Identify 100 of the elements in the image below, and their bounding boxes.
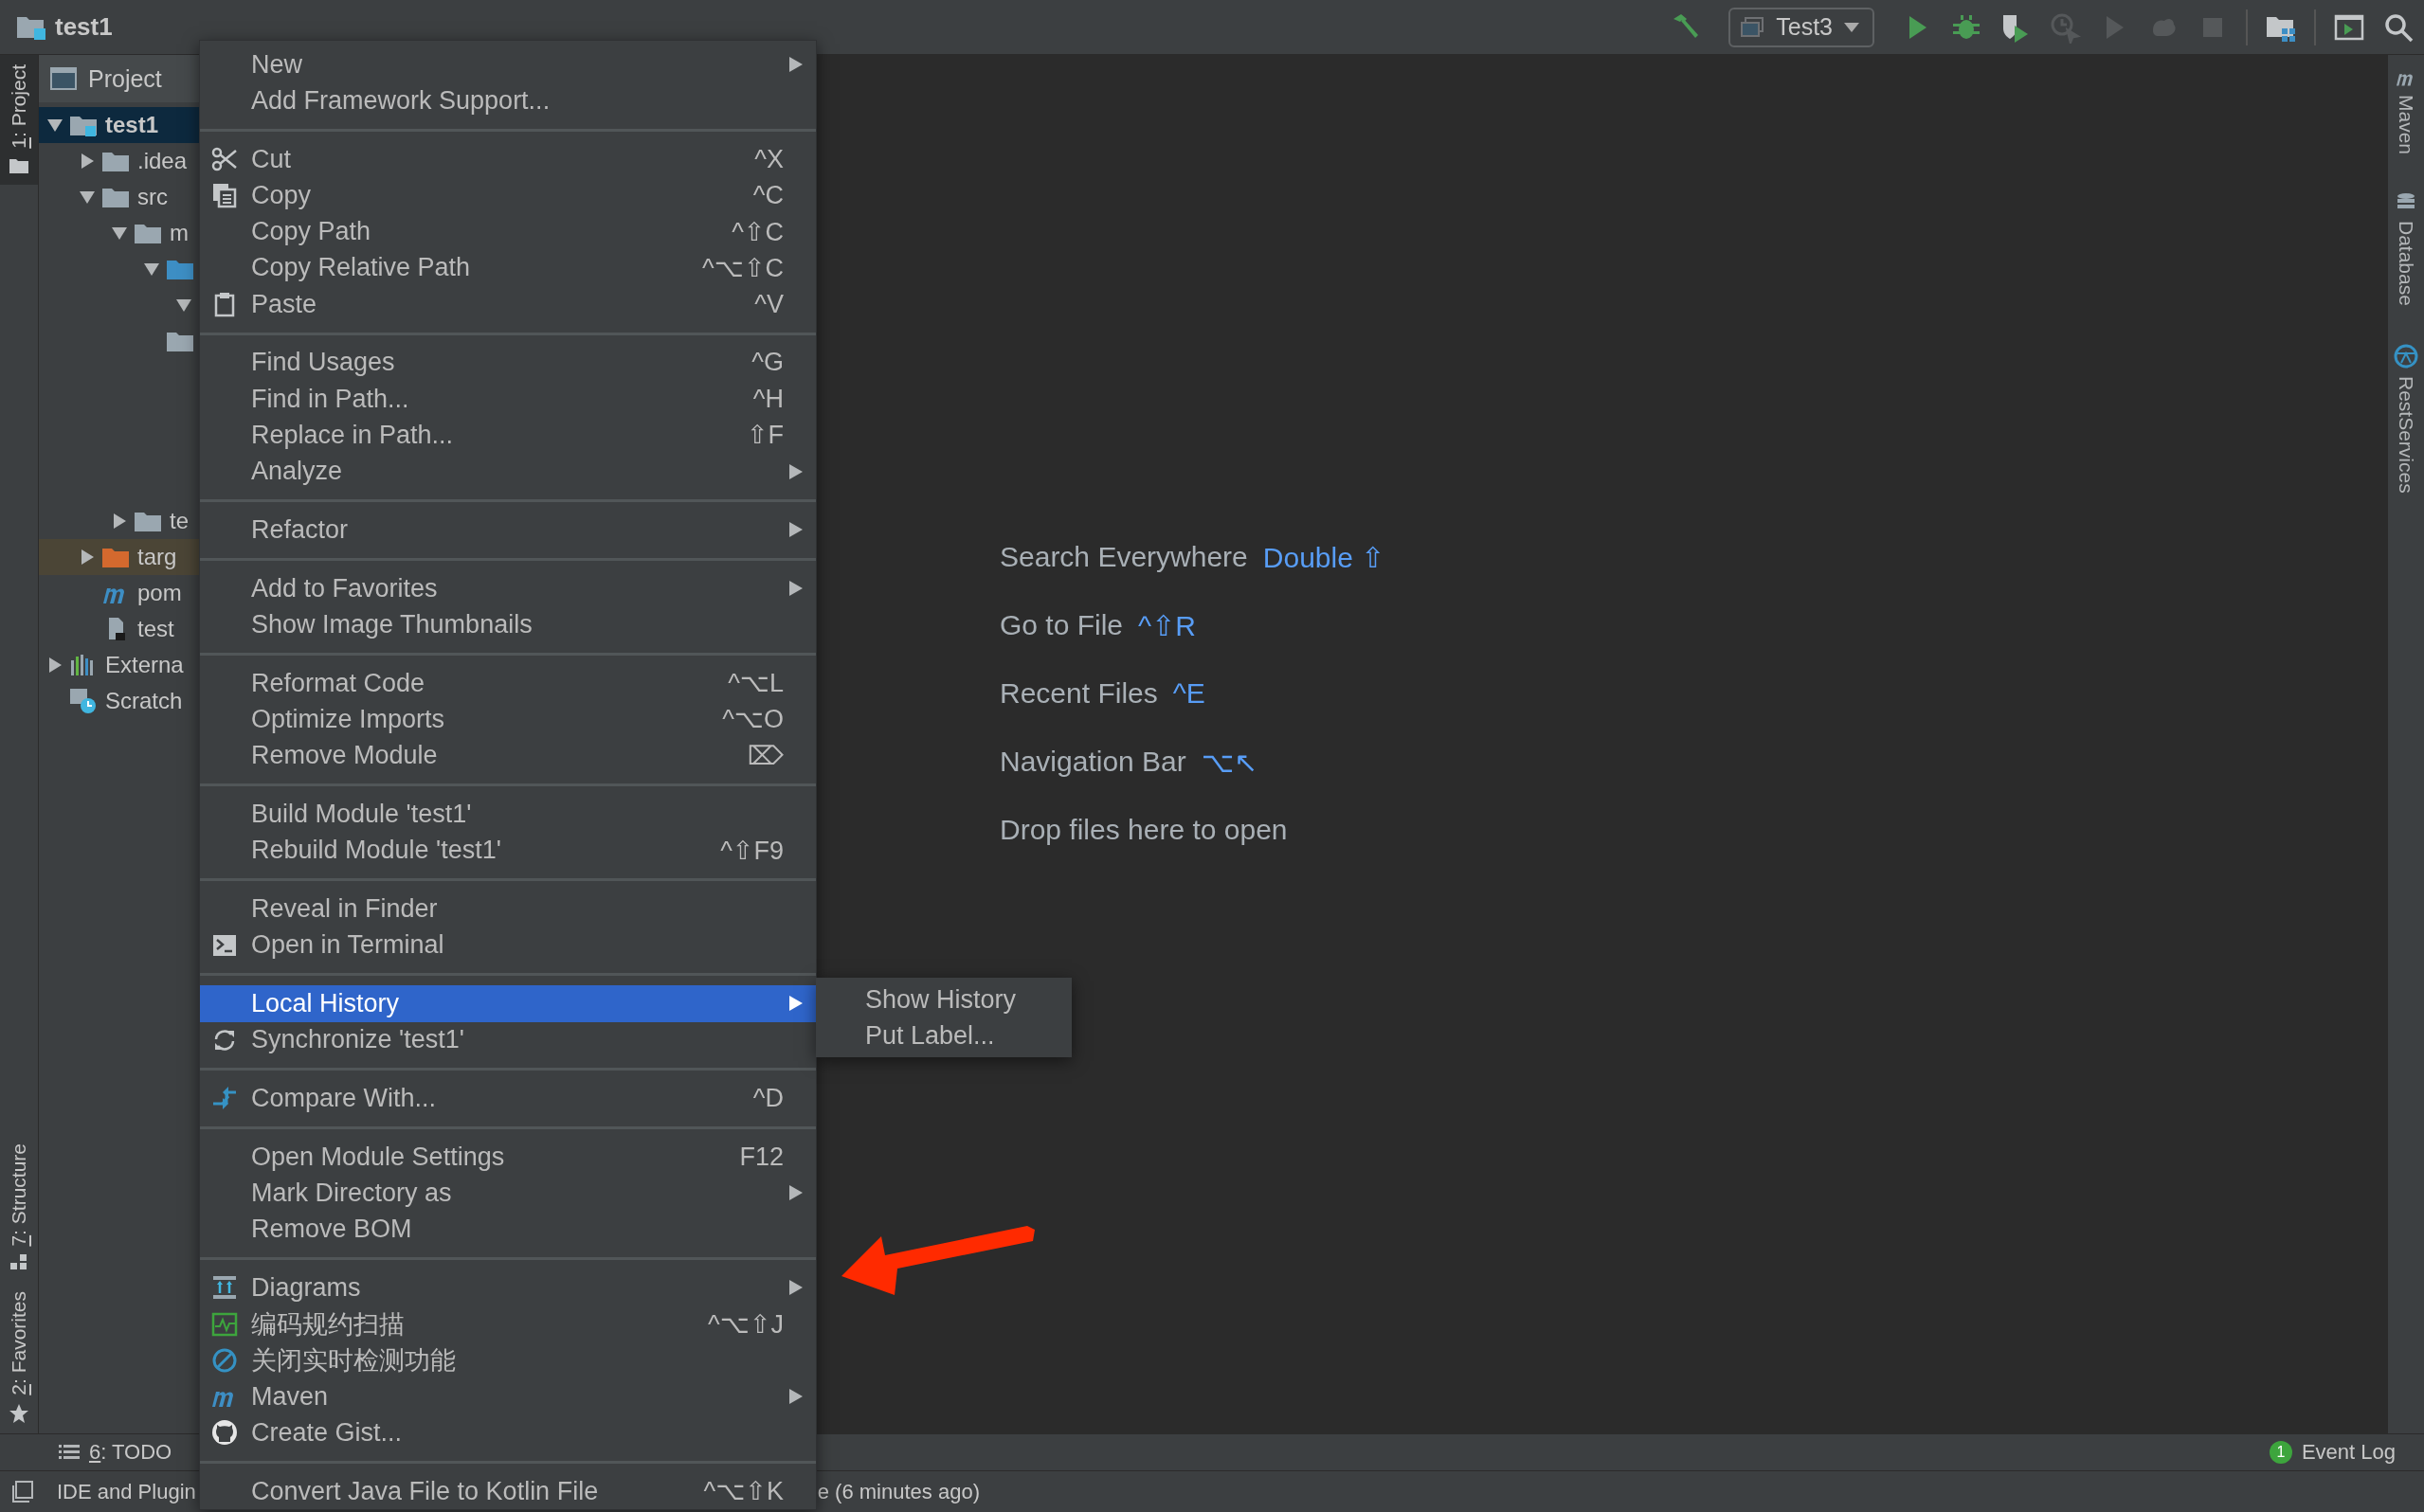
menu-item[interactable]: 编码规约扫描 ^⌥⇧J <box>200 1305 816 1342</box>
menu-item[interactable]: Copy Path ^⇧C <box>200 213 816 250</box>
tree-item-label: test <box>137 616 174 642</box>
menu-item[interactable]: Show Image Thumbnails <box>200 606 816 643</box>
menu-item[interactable]: Reveal in Finder <box>200 891 816 927</box>
tree-row[interactable]: Scratch <box>39 683 200 719</box>
menu-item[interactable]: Convert Java File to Kotlin File ^⌥⇧K <box>200 1473 816 1510</box>
expanded-arrow-icon[interactable] <box>175 297 192 314</box>
tree-row[interactable]: test1 <box>39 107 200 143</box>
window-icon <box>50 67 77 90</box>
tool-window-tab[interactable]: 1: Project <box>0 55 38 185</box>
copy-icon <box>211 182 238 209</box>
menu-item[interactable]: Put Label... <box>816 1017 1072 1053</box>
diagram-icon <box>211 1274 238 1302</box>
menu-item[interactable]: Copy ^C <box>200 177 816 214</box>
shortcut-label: ⇧F <box>746 420 784 451</box>
shortcut-label: ^⇧C <box>732 216 784 247</box>
expanded-arrow-icon[interactable] <box>111 225 128 242</box>
shortcut-hint: ^⇧R <box>1138 608 1196 642</box>
tree-row[interactable]: m <box>39 215 200 251</box>
menu-item[interactable]: Create Gist... <box>200 1414 816 1451</box>
tree-item-label: pom <box>137 580 182 606</box>
menu-item[interactable]: New <box>200 46 816 83</box>
tree-row[interactable]: targ <box>39 539 200 575</box>
panel-title[interactable]: Project <box>88 64 162 93</box>
menu-item[interactable]: Analyze <box>200 453 816 490</box>
expanded-arrow-icon[interactable] <box>143 261 160 278</box>
prohibited-icon <box>211 1346 238 1374</box>
menu-item[interactable]: Find in Path... ^H <box>200 381 816 418</box>
tree-item-label: te <box>170 508 189 534</box>
menu-item[interactable]: Reformat Code ^⌥L <box>200 665 816 702</box>
menu-item[interactable]: Optimize Imports ^⌥O <box>200 701 816 738</box>
menu-item[interactable]: Synchronize 'test1' <box>200 1021 816 1058</box>
tree-row[interactable]: pom <box>39 575 200 611</box>
shortcut-label: ^⌥O <box>722 704 784 735</box>
tool-window-tab[interactable]: 2: Favorites <box>0 1282 38 1433</box>
welcome-hint: Recent Files <box>1000 677 1158 710</box>
tree-row[interactable]: src <box>39 179 200 215</box>
windows-icon <box>1740 15 1765 39</box>
menu-item[interactable]: Open Module Settings F12 <box>200 1139 816 1176</box>
tree-item-label: Scratch <box>105 688 183 714</box>
menu-item[interactable]: Show History <box>816 981 1072 1017</box>
todo-tab[interactable]: 6: TODO <box>59 1440 172 1465</box>
panel-toggle-icon[interactable] <box>11 1480 34 1503</box>
tree-row[interactable]: Externa <box>39 647 200 683</box>
menu-item[interactable]: Remove BOM <box>200 1211 816 1248</box>
tree-row[interactable]: te <box>39 503 200 539</box>
shortcut-label: ^⌥⇧C <box>702 252 784 283</box>
tool-window-tab[interactable]: RestServices <box>2394 343 2418 494</box>
collapsed-arrow-icon[interactable] <box>79 153 96 170</box>
star-icon <box>9 1403 29 1424</box>
tool-window-tab[interactable]: 7: Structure <box>0 1133 38 1283</box>
shortcut-label: ^X <box>754 144 784 174</box>
shortcut-label: ^D <box>752 1083 784 1113</box>
menu-item[interactable]: 关闭实时检测功能 <box>200 1341 816 1378</box>
run-configuration-dropdown[interactable]: Test3 <box>1728 7 1874 47</box>
tree-item-label: src <box>137 184 168 210</box>
menu-item[interactable]: Mark Directory as <box>200 1175 816 1212</box>
collapsed-arrow-icon[interactable] <box>46 657 63 674</box>
expanded-arrow-icon[interactable] <box>46 117 63 134</box>
shortcut-hint: ⌥↖ <box>1201 745 1258 779</box>
list-icon <box>59 1444 80 1461</box>
menu-item[interactable]: Maven <box>200 1378 816 1415</box>
menu-item[interactable]: Diagrams <box>200 1269 816 1306</box>
shortcut-label: ^G <box>751 348 784 378</box>
shortcut-label: ^⌥L <box>728 668 784 699</box>
shortcut-label: ^H <box>752 384 784 414</box>
menu-item[interactable]: Add to Favorites <box>200 570 816 607</box>
menu-item[interactable]: Paste ^V <box>200 286 816 323</box>
expanded-arrow-icon[interactable] <box>79 189 96 206</box>
scratch-clock-icon <box>69 688 98 714</box>
tree-row[interactable]: .idea <box>39 143 200 179</box>
menu-item[interactable]: Find Usages ^G <box>200 344 816 381</box>
tool-window-tab[interactable]: Maven <box>2395 68 2417 155</box>
menu-item[interactable]: Copy Relative Path ^⌥⇧C <box>200 249 816 286</box>
shortcut-label: ^⌥⇧K <box>703 1476 784 1507</box>
collapsed-arrow-icon[interactable] <box>111 513 128 530</box>
menu-item[interactable]: Replace in Path... ⇧F <box>200 417 816 454</box>
menu-item[interactable]: Local History <box>200 985 816 1022</box>
menu-item[interactable]: Cut ^X <box>200 141 816 178</box>
welcome-hint: Drop files here to open <box>1000 814 1288 846</box>
globe-icon <box>2394 343 2418 369</box>
menu-item[interactable]: Build Module 'test1' <box>200 796 816 833</box>
menu-item[interactable]: Rebuild Module 'test1' ^⇧F9 <box>200 832 816 869</box>
tree-row[interactable]: test <box>39 611 200 647</box>
menu-item[interactable]: Add Framework Support... <box>200 82 816 119</box>
shortcut-label: ^V <box>754 289 784 319</box>
terminal-icon <box>211 932 238 958</box>
tree-item-label: targ <box>137 544 177 570</box>
shortcut-hint: ^E <box>1172 677 1205 710</box>
compare-arrows-icon <box>211 1085 238 1112</box>
tree-item-label: .idea <box>137 148 188 174</box>
menu-item[interactable]: Compare With... ^D <box>200 1080 816 1117</box>
menu-item[interactable]: Remove Module ⌦ <box>200 737 816 774</box>
pulse-chart-icon <box>211 1310 238 1338</box>
menu-item[interactable]: Refactor <box>200 512 816 549</box>
collapsed-arrow-icon[interactable] <box>79 549 96 566</box>
menu-item[interactable]: Open in Terminal <box>200 927 816 963</box>
tool-window-tab[interactable]: Database <box>2395 192 2417 306</box>
event-log-tab[interactable]: 1 Event Log <box>2269 1440 2396 1465</box>
